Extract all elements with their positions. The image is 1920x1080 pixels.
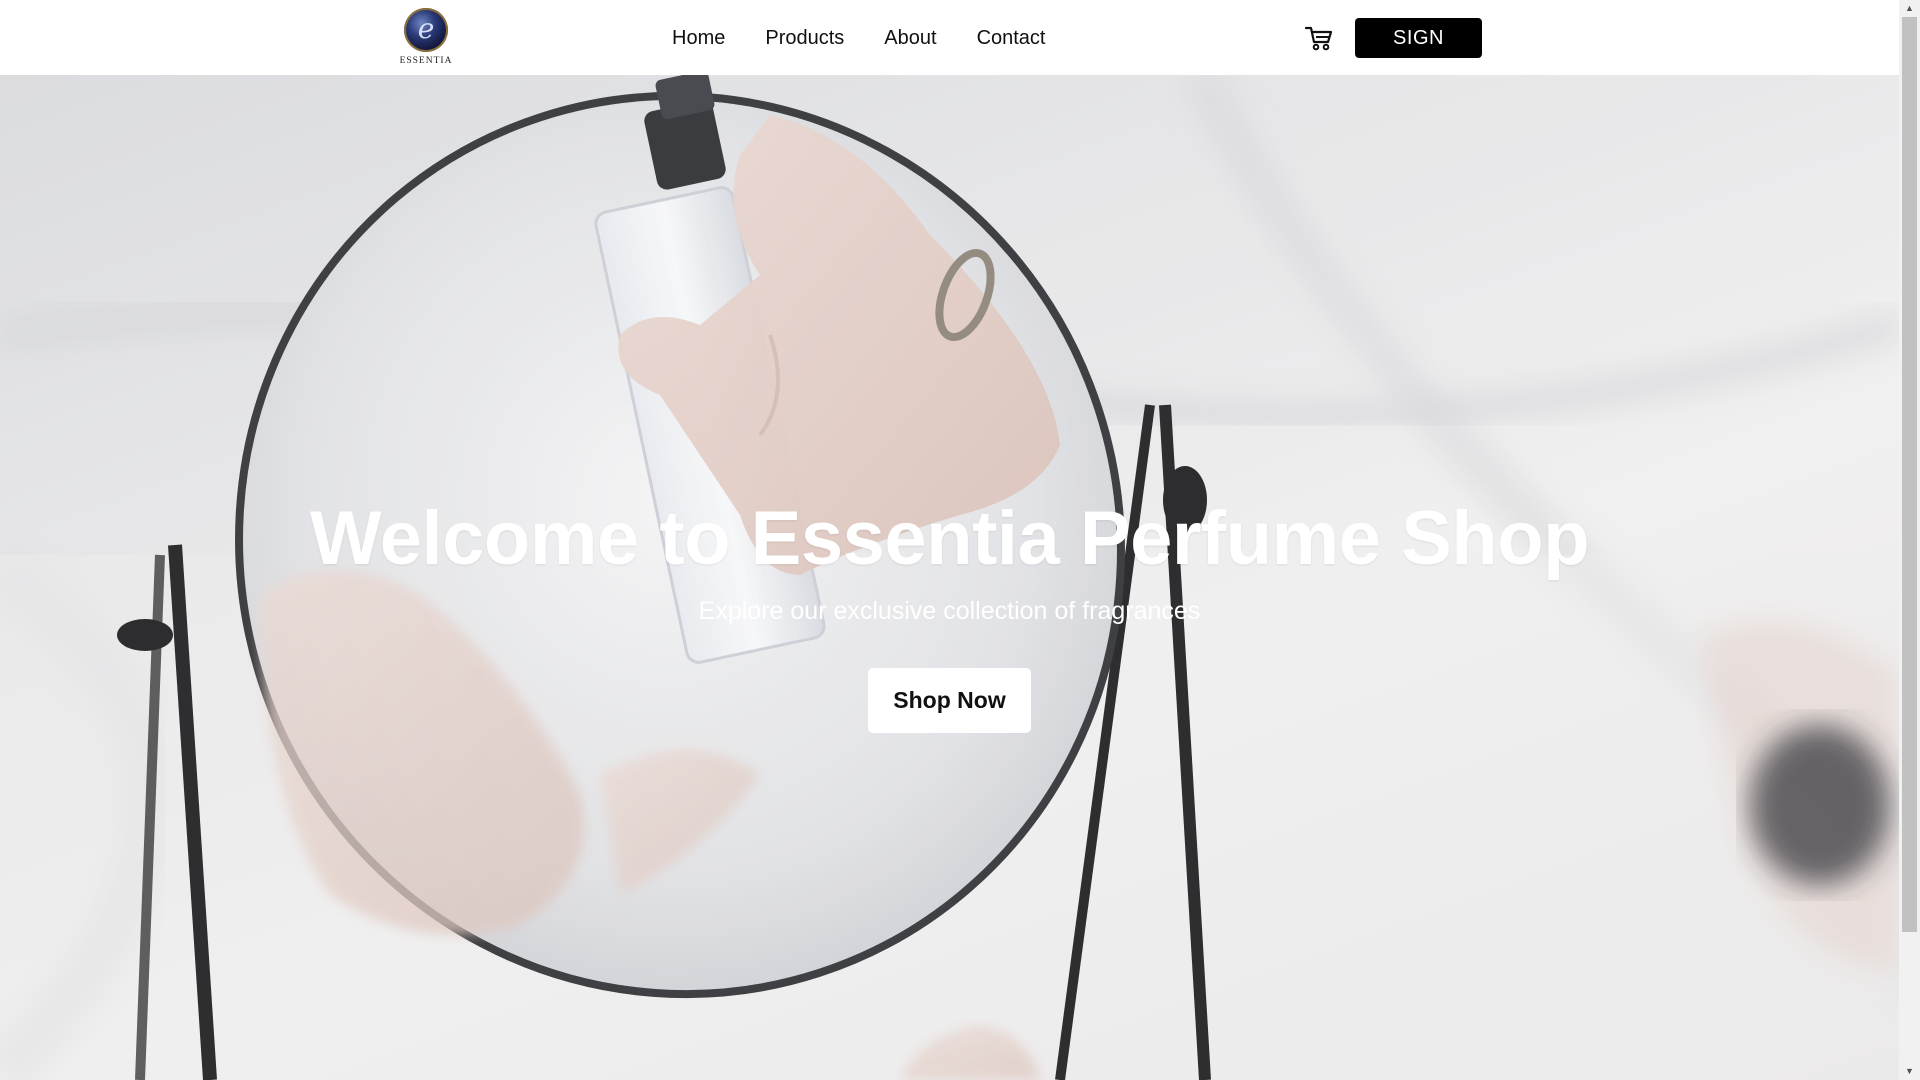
shop-now-button[interactable]: Shop Now (868, 668, 1031, 733)
essentia-logo[interactable]: e ESSENTIA (395, 6, 457, 70)
logo-wordmark: ESSENTIA (399, 56, 453, 66)
vertical-scrollbar[interactable]: ▲ ▼ (1899, 0, 1920, 1080)
hero-subtitle: Explore our exclusive collection of frag… (698, 597, 1201, 625)
hero-section: Welcome to Essentia Perfume Shop Explore… (0, 75, 1899, 1080)
hero-title: Welcome to Essentia Perfume Shop (309, 496, 1590, 581)
main-nav: Home Products About Contact (672, 22, 1046, 54)
top-navbar: e ESSENTIA Home Products About Contact S… (0, 0, 1899, 75)
nav-link-products[interactable]: Products (765, 22, 844, 54)
cart-icon[interactable] (1304, 24, 1334, 52)
nav-link-contact[interactable]: Contact (977, 22, 1046, 54)
logo-emblem-icon: e (404, 8, 448, 52)
nav-link-about[interactable]: About (884, 22, 936, 54)
scrollbar-thumb[interactable] (1902, 17, 1917, 932)
scroll-up-arrow-icon[interactable]: ▲ (1899, 0, 1920, 17)
nav-link-home[interactable]: Home (672, 22, 725, 54)
sign-button[interactable]: SIGN (1355, 18, 1482, 58)
scroll-down-arrow-icon[interactable]: ▼ (1899, 1063, 1920, 1080)
